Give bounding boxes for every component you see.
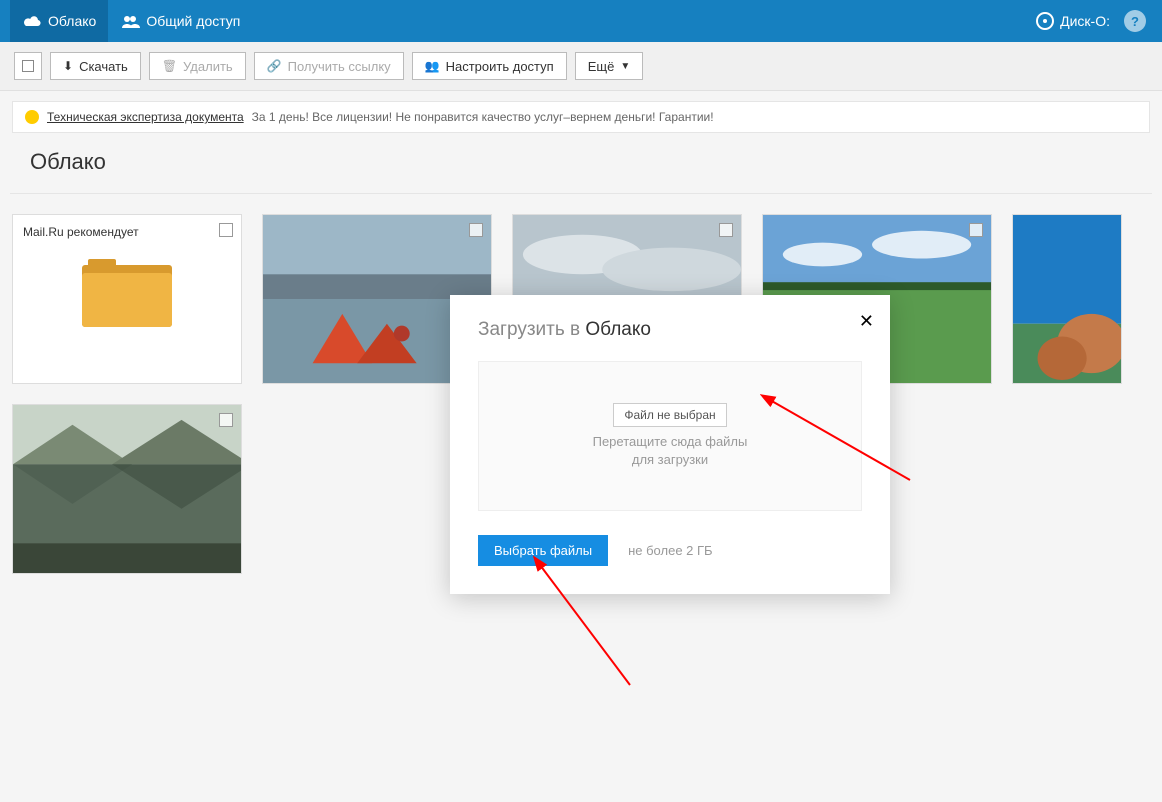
configure-access-button[interactable]: 👥 Настроить доступ: [412, 52, 567, 80]
promo-icon: [25, 110, 39, 124]
folder-icon: [82, 257, 172, 327]
breadcrumb: Облако: [10, 133, 1152, 194]
dropzone-text: Перетащите сюда файлы для загрузки: [593, 433, 748, 469]
download-label: Скачать: [79, 59, 128, 74]
modal-footer: Выбрать файлы не более 2 ГБ: [478, 535, 862, 566]
trash-icon: 🗑: [162, 59, 177, 73]
more-label: Ещё: [588, 59, 615, 74]
image-tile[interactable]: [1012, 214, 1122, 384]
chevron-down-icon: ▼: [620, 61, 630, 72]
promo-text: За 1 день! Все лицензии! Не понравится к…: [252, 110, 714, 124]
modal-title: Загрузить в Облако: [478, 319, 862, 341]
tile-checkbox[interactable]: [219, 413, 233, 427]
toolbar: ⬇ Скачать 🗑 Удалить 🔗 Получить ссылку 👥 …: [0, 42, 1162, 91]
disk-o-label: Диск-О:: [1060, 13, 1110, 29]
get-link-button[interactable]: 🔗 Получить ссылку: [254, 52, 404, 80]
file-none-button[interactable]: Файл не выбран: [613, 403, 726, 427]
link-icon: 🔗: [267, 59, 282, 73]
group-icon: 👥: [425, 59, 440, 73]
upload-limit-text: не более 2 ГБ: [628, 543, 712, 558]
image-tile[interactable]: [12, 404, 242, 574]
cloud-icon: [22, 14, 42, 28]
upload-modal: ✕ Загрузить в Облако Файл не выбран Пере…: [450, 295, 890, 594]
close-button[interactable]: ✕: [859, 311, 874, 332]
tab-cloud[interactable]: Облако: [10, 0, 108, 42]
delete-button[interactable]: 🗑 Удалить: [149, 52, 246, 80]
tab-shared-label: Общий доступ: [146, 13, 240, 29]
delete-label: Удалить: [183, 59, 233, 74]
disk-icon: [1036, 12, 1054, 30]
topbar-right: Диск-О: ?: [1036, 10, 1152, 32]
top-bar: Облако Общий доступ Диск-О: ?: [0, 0, 1162, 42]
download-icon: ⬇: [63, 59, 73, 73]
tile-checkbox[interactable]: [469, 223, 483, 237]
help-button[interactable]: ?: [1124, 10, 1146, 32]
dropzone[interactable]: Файл не выбран Перетащите сюда файлы для…: [478, 361, 862, 511]
tile-checkbox[interactable]: [219, 223, 233, 237]
more-button[interactable]: Ещё ▼: [575, 52, 644, 80]
download-button[interactable]: ⬇ Скачать: [50, 52, 141, 80]
tab-shared[interactable]: Общий доступ: [108, 0, 252, 42]
promo-banner: Техническая экспертиза документа За 1 де…: [12, 101, 1150, 133]
image-thumbnail: [1013, 215, 1121, 383]
folder-label: Mail.Ru рекомендует: [23, 225, 231, 239]
get-link-label: Получить ссылку: [288, 59, 391, 74]
configure-access-label: Настроить доступ: [446, 59, 554, 74]
modal-title-prefix: Загрузить в: [478, 319, 585, 340]
select-all-checkbox[interactable]: [14, 52, 42, 80]
select-files-button[interactable]: Выбрать файлы: [478, 535, 608, 566]
image-thumbnail: [13, 405, 241, 573]
folder-tile-recommended[interactable]: Mail.Ru рекомендует: [12, 214, 242, 384]
modal-title-bold: Облако: [585, 319, 651, 340]
disk-o-link[interactable]: Диск-О:: [1036, 12, 1110, 30]
people-icon: [120, 14, 140, 28]
tile-checkbox[interactable]: [719, 223, 733, 237]
tile-checkbox[interactable]: [969, 223, 983, 237]
promo-link[interactable]: Техническая экспертиза документа: [47, 110, 244, 124]
tab-cloud-label: Облако: [48, 13, 96, 29]
page-title: Облако: [30, 149, 1132, 175]
